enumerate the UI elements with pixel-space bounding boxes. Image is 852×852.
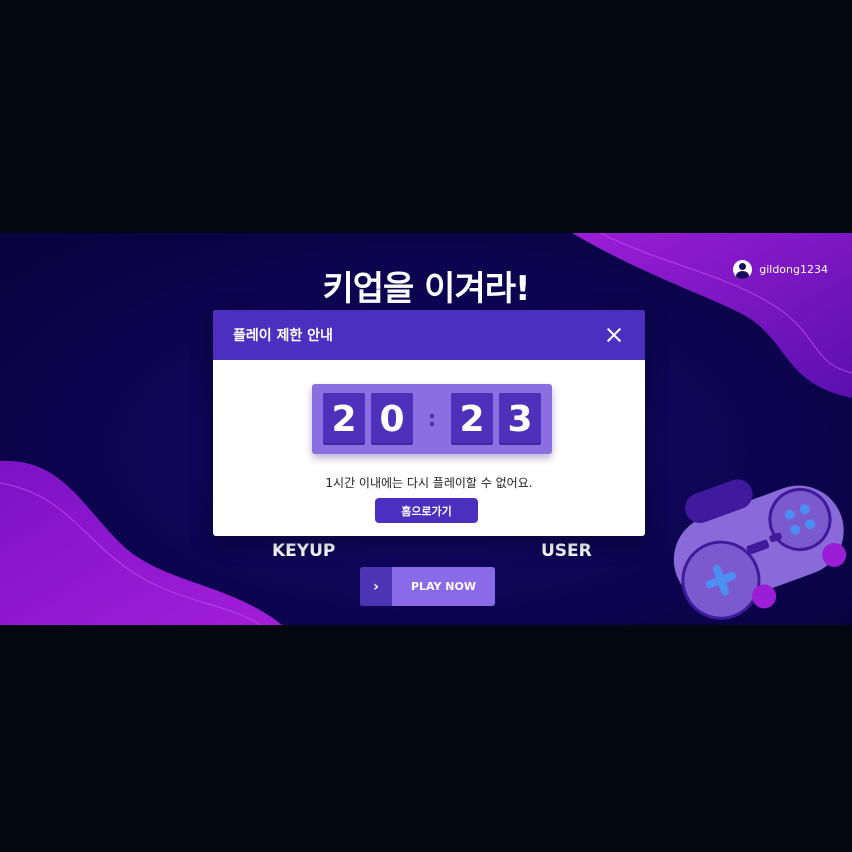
user-profile[interactable]: gildong1234 xyxy=(733,260,828,279)
timer-digit-2: 0 xyxy=(371,393,413,445)
user-circle-icon xyxy=(733,260,753,279)
timer-digit-3: 2 xyxy=(451,393,493,445)
countdown-timer: 2 0 : 2 3 xyxy=(312,384,552,454)
keyup-label: KEYUP xyxy=(272,541,336,561)
timer-digit-1: 2 xyxy=(323,393,365,445)
modal-title: 플레이 제한 안내 xyxy=(233,328,333,344)
play-now-label: PLAY NOW xyxy=(410,580,477,593)
chevron-right-icon: › xyxy=(360,567,392,606)
home-button[interactable]: 홈으로가기 xyxy=(375,498,478,523)
play-now-button[interactable]: › PLAY NOW xyxy=(360,567,495,606)
timer-separator: : xyxy=(427,406,437,432)
page-title: 키업을 이겨라! xyxy=(322,269,530,309)
limit-message: 1시간 이내에는 다시 플레이할 수 없어요. xyxy=(325,476,533,490)
gamepad-icon xyxy=(673,479,847,620)
user-label: USER xyxy=(541,541,592,561)
close-icon[interactable] xyxy=(603,324,625,346)
username: gildong1234 xyxy=(759,263,828,276)
play-limit-modal: 플레이 제한 안내 2 0 : 2 3 1시간 이내에는 다시 플레이할 수 없… xyxy=(213,310,645,536)
timer-digit-4: 3 xyxy=(499,393,541,445)
modal-header: 플레이 제한 안내 xyxy=(213,310,645,360)
